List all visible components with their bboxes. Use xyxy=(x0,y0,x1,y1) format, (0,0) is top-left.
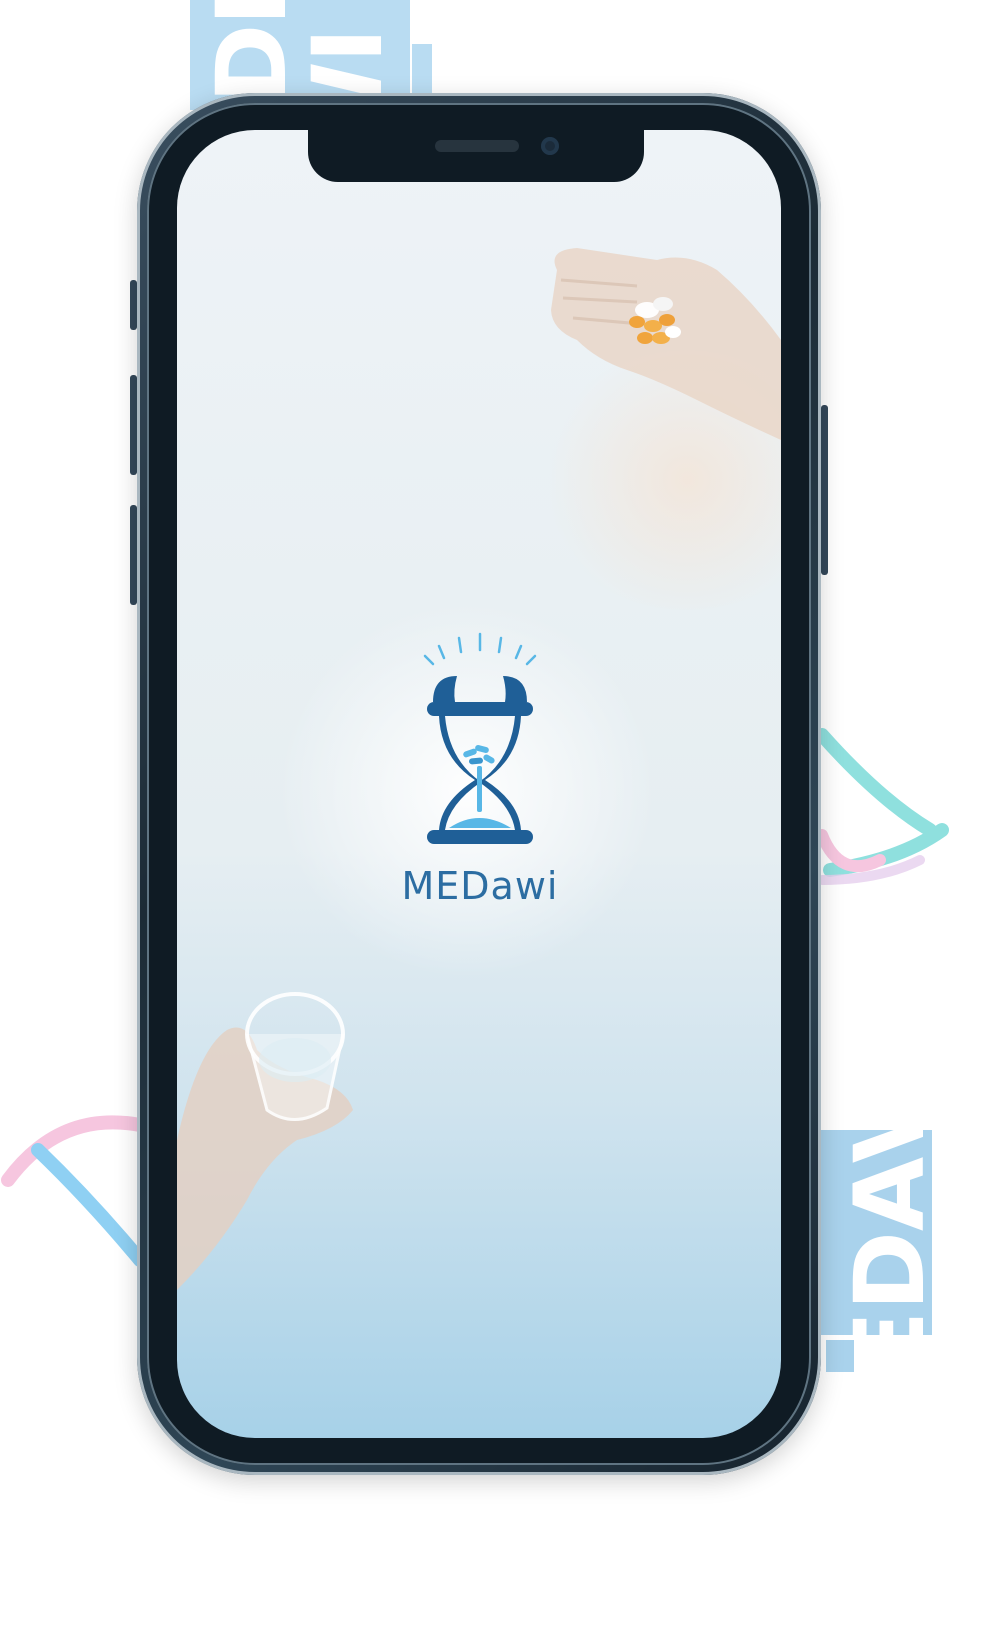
hourglass-alarm-pill-icon xyxy=(423,632,537,844)
sky-stroke-left xyxy=(31,1143,147,1267)
pink-stroke-right xyxy=(816,829,886,873)
front-camera xyxy=(541,137,559,155)
app-name-title: MEDawi xyxy=(401,864,559,908)
alarm-rays-icon xyxy=(423,632,537,666)
teal-stroke-right xyxy=(815,728,937,837)
volume-up-button xyxy=(130,375,137,475)
hand-with-glass-image xyxy=(177,992,353,1290)
silent-switch xyxy=(130,280,137,330)
phone-notch xyxy=(308,128,644,182)
pink-stroke-left xyxy=(1,1115,147,1187)
speaker-grille xyxy=(435,140,519,152)
power-button xyxy=(821,405,828,575)
volume-down-button xyxy=(130,505,137,605)
hand-with-pills-image xyxy=(551,248,781,440)
